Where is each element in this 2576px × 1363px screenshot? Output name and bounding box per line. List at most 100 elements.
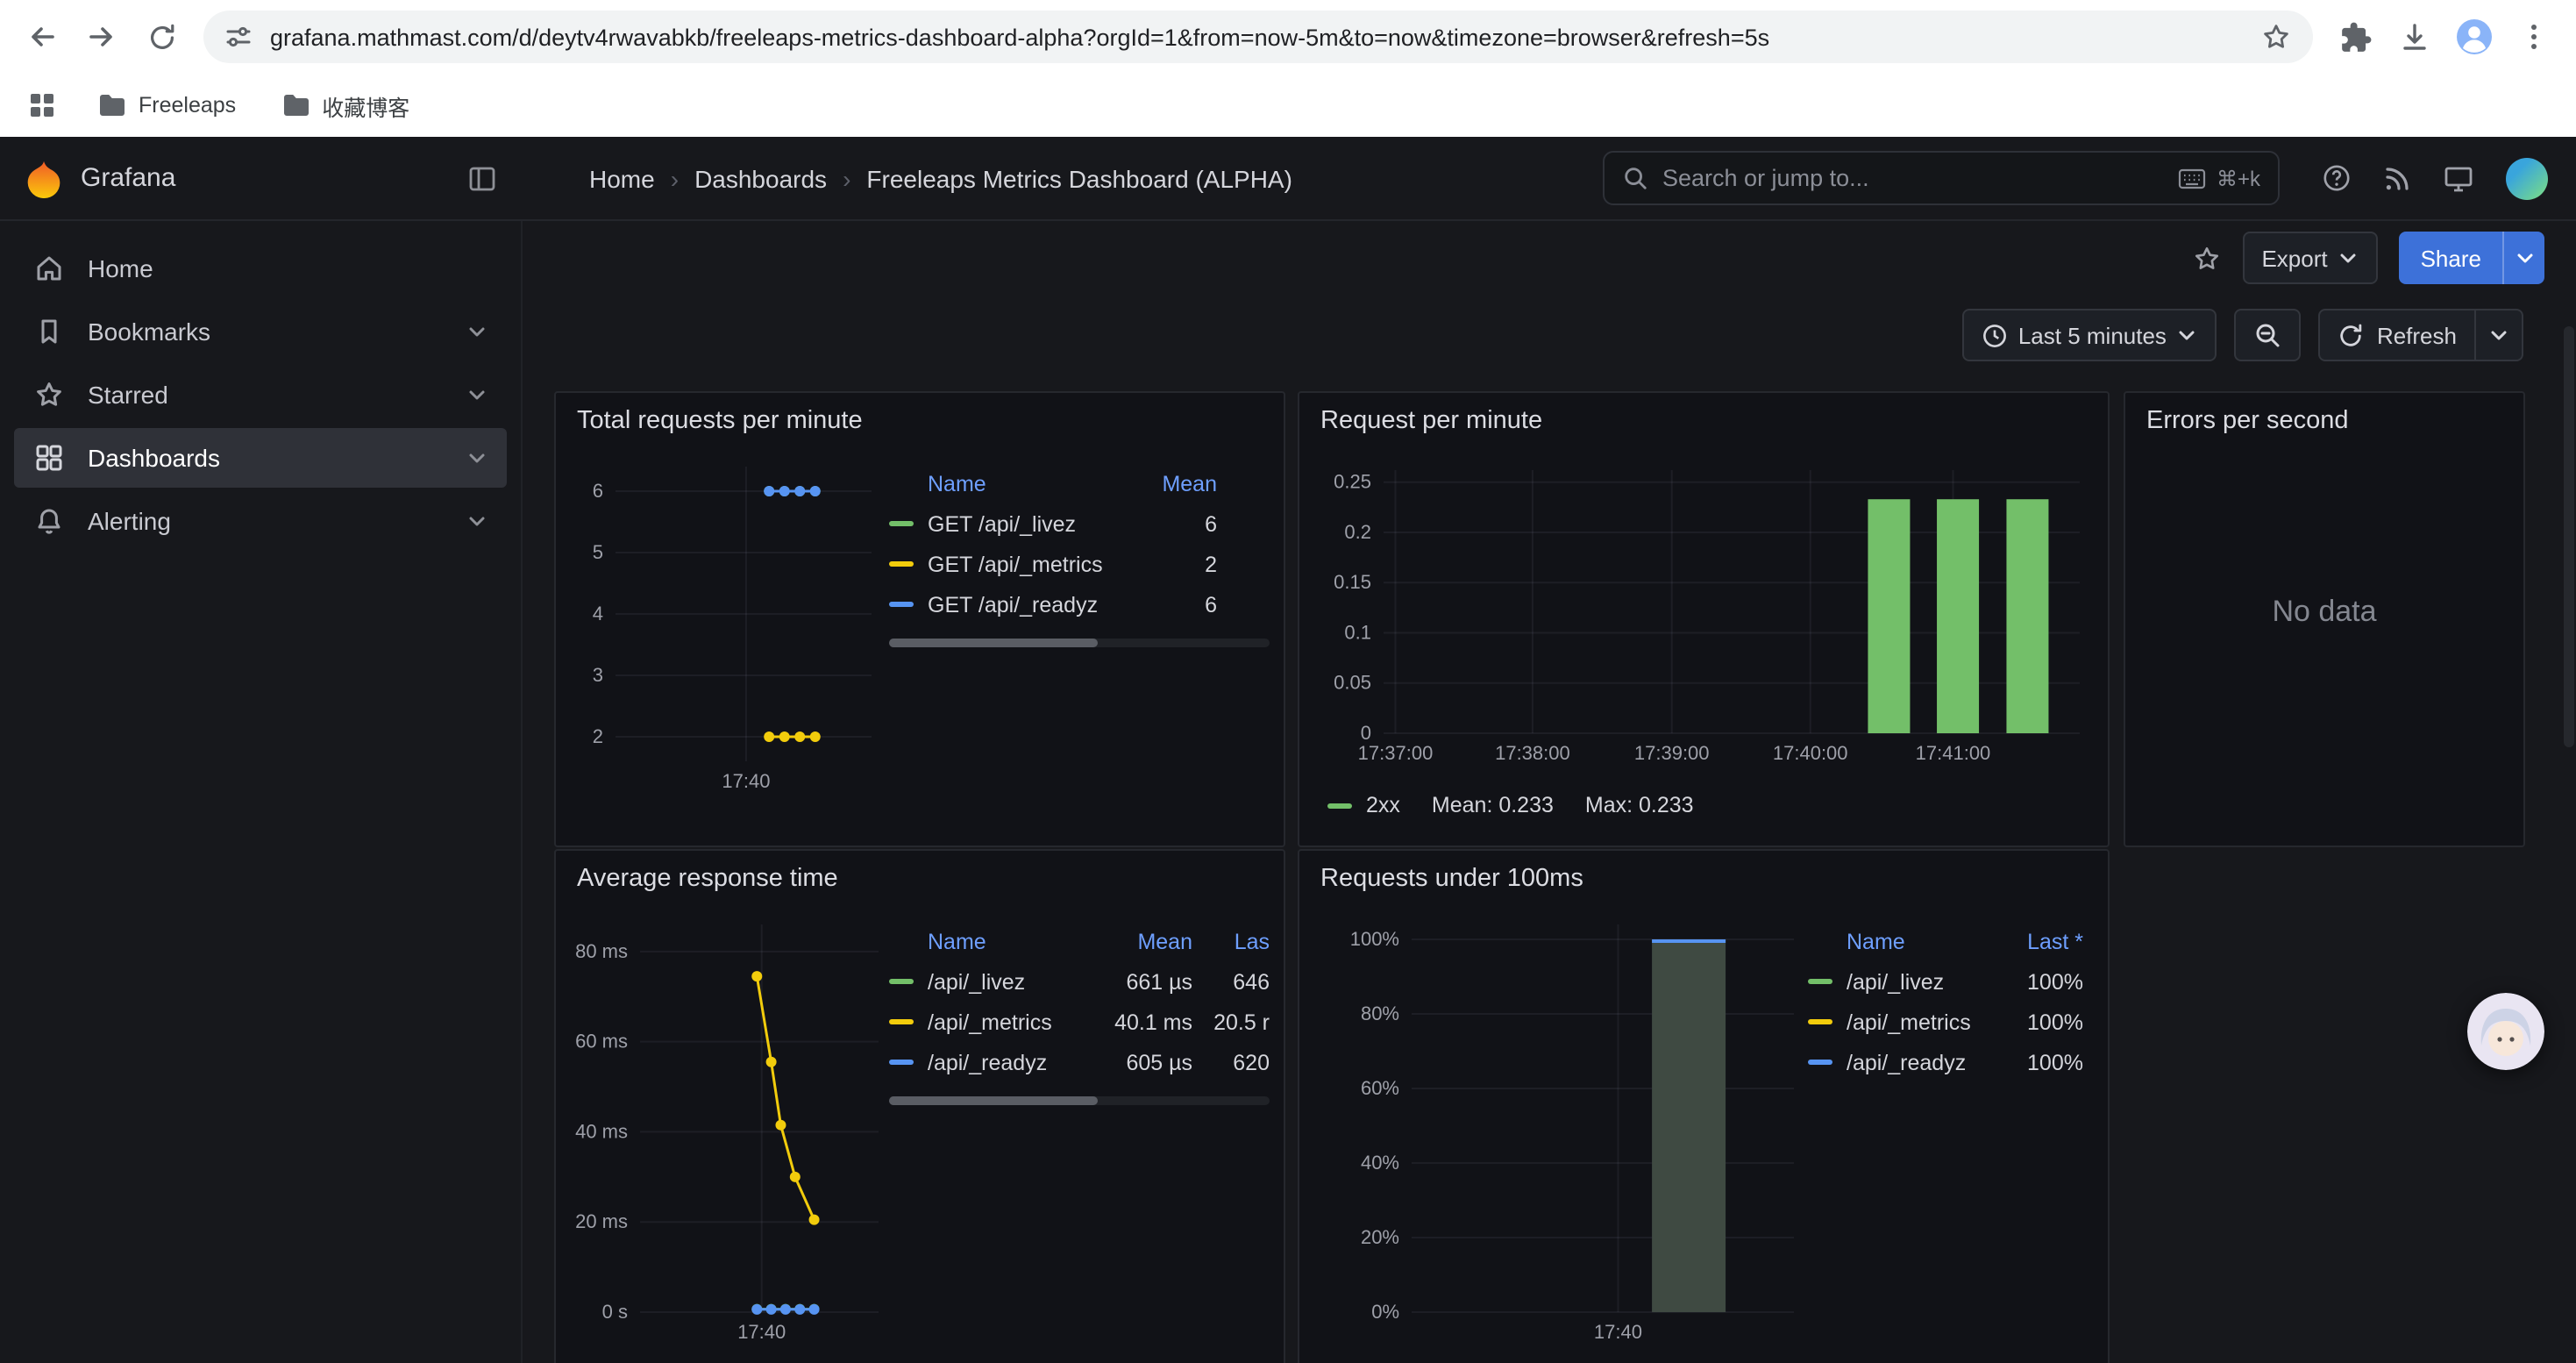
page-scrollbar[interactable] [2564, 326, 2574, 747]
legend-row[interactable]: GET /api/_readyz 6 [889, 584, 1270, 624]
refresh-interval-button[interactable] [2474, 310, 2522, 360]
help-icon[interactable] [2322, 163, 2352, 193]
search-input[interactable]: Search or jump to... ⌘+k [1603, 151, 2280, 205]
breadcrumb-item[interactable]: Dashboards [694, 164, 827, 192]
breadcrumb-item[interactable]: Home [589, 164, 655, 192]
time-range-picker[interactable]: Last 5 minutes [1962, 309, 2217, 361]
favorite-star-icon[interactable] [2191, 243, 2221, 273]
bookmark-item[interactable]: 收藏博客 [281, 89, 409, 122]
chevron-down-icon[interactable] [466, 447, 487, 468]
svg-text:17:40: 17:40 [1594, 1321, 1642, 1343]
url-bar[interactable]: grafana.mathmast.com/d/deytv4rwavabkb/fr… [203, 11, 2313, 63]
panel-title[interactable]: Average response time [556, 851, 1284, 903]
extensions-icon[interactable] [2327, 9, 2383, 65]
breadcrumb-item: Freeleaps Metrics Dashboard (ALPHA) [866, 164, 1292, 192]
browser-chrome: grafana.mathmast.com/d/deytv4rwavabkb/fr… [0, 0, 2576, 137]
bookmark-label: 收藏博客 [322, 89, 409, 122]
user-avatar[interactable] [2506, 157, 2548, 199]
legend-row[interactable]: /api/_livez661 µs646 [889, 961, 1270, 1002]
legend-row[interactable]: /api/_metrics40.1 ms20.5 r [889, 1002, 1270, 1042]
legend-max: Max: 0.233 [1585, 793, 1694, 817]
dashboard-main: Export Share Last 5 minutes [524, 221, 2576, 1363]
assistant-avatar[interactable] [2467, 993, 2544, 1070]
bell-icon [33, 505, 65, 537]
series-name: GET /api/_metrics [928, 552, 1103, 576]
refresh-button[interactable]: Refresh [2321, 310, 2474, 360]
svg-text:17:39:00: 17:39:00 [1634, 742, 1710, 764]
panel-title[interactable]: Errors per second [2125, 393, 2523, 446]
chevron-down-icon[interactable] [466, 510, 487, 532]
svg-text:60 ms: 60 ms [575, 1031, 628, 1053]
sidebar-item-dashboards[interactable]: Dashboards [14, 428, 507, 488]
share-menu-button[interactable] [2502, 232, 2544, 284]
legend-col-header[interactable]: Last * [1992, 929, 2083, 953]
brand-area: Grafana [0, 159, 523, 197]
timeseries-chart[interactable]: 80 ms60 ms40 ms20 ms0 s17:40 [570, 903, 889, 1352]
dock-sidebar-icon[interactable] [466, 162, 498, 194]
bookmark-apps-icon[interactable] [28, 91, 56, 119]
legend-col-header[interactable]: Name [889, 471, 1126, 496]
series-value: 2 [1126, 552, 1217, 576]
export-button[interactable]: Export [2242, 232, 2378, 284]
news-rss-icon[interactable] [2383, 164, 2411, 192]
legend-col-header[interactable]: Name [1808, 929, 1992, 953]
series-color-dash [1327, 803, 1352, 808]
sidebar-item-starred[interactable]: Starred [14, 365, 507, 425]
url-text[interactable]: grafana.mathmast.com/d/deytv4rwavabkb/fr… [270, 24, 2243, 50]
sidebar-item-home[interactable]: Home [14, 239, 507, 298]
legend-row[interactable]: GET /api/_livez6 [889, 503, 1270, 544]
downloads-icon[interactable] [2387, 9, 2443, 65]
series-name: /api/_metrics [1847, 1010, 1971, 1034]
svg-text:0.2: 0.2 [1344, 521, 1371, 543]
legend-row[interactable]: /api/_readyz605 µs620 [889, 1042, 1270, 1082]
share-button[interactable]: Share [2400, 232, 2502, 284]
legend-row[interactable]: GET /api/_metrics 2 [889, 544, 1270, 584]
legend-scrollbar[interactable] [889, 1096, 1270, 1105]
refresh-icon [2338, 322, 2365, 348]
legend-row[interactable]: /api/_livez100% [1808, 961, 2094, 1002]
legend-col-header[interactable]: Mean [1126, 471, 1217, 496]
series-value: 6 [1126, 592, 1217, 617]
dashboard-toolbar: Export Share [524, 221, 2576, 295]
svg-text:17:41:00: 17:41:00 [1916, 742, 1991, 764]
panel-title[interactable]: Request per minute [1299, 393, 2108, 446]
sidebar-item-bookmarks[interactable]: Bookmarks [14, 302, 507, 361]
legend-col-header[interactable]: Las [1192, 929, 1270, 953]
series-color-dash [1808, 979, 1832, 984]
forward-button[interactable] [74, 9, 130, 65]
legend-scrollbar[interactable] [889, 639, 1270, 647]
bar-chart[interactable]: 0.250.20.150.10.05017:37:0017:38:0017:39… [1313, 446, 2097, 782]
browser-menu-button[interactable] [2506, 9, 2562, 65]
breadcrumb-separator: › [671, 164, 679, 192]
time-controls: Last 5 minutes Refresh [524, 295, 2576, 375]
back-button[interactable] [14, 9, 70, 65]
sidebar-item-alerting[interactable]: Alerting [14, 491, 507, 551]
legend-table: NameMeanGET /api/_livez6GET /api/_metric… [889, 446, 1270, 647]
bar-chart[interactable]: 100%80%60%40%20%0%17:40 [1313, 903, 1808, 1352]
series-name: /api/_livez [1847, 969, 1944, 994]
legend-col-header[interactable]: Name [889, 929, 1087, 953]
bookmark-item[interactable]: Freeleaps [98, 89, 236, 122]
grafana-logo[interactable] [25, 159, 63, 197]
kebab-menu-icon [2518, 21, 2550, 53]
reload-button[interactable] [133, 9, 189, 65]
svg-text:100%: 100% [1350, 928, 1399, 950]
legend-row[interactable]: /api/_readyz100% [1808, 1042, 2094, 1082]
panel-title[interactable]: Total requests per minute [556, 393, 1284, 446]
timeseries-chart[interactable]: 6543217:40 [570, 446, 889, 814]
legend-col-header[interactable]: Mean [1087, 929, 1192, 953]
chevron-down-icon[interactable] [466, 384, 487, 405]
legend-series-label[interactable]: 2xx [1366, 793, 1400, 817]
zoom-out-button[interactable] [2235, 309, 2302, 361]
series-name: GET /api/_readyz [928, 592, 1098, 617]
legend-row[interactable]: /api/_metrics100% [1808, 1002, 2094, 1042]
series-value: 20.5 r [1192, 1010, 1270, 1034]
panel-title[interactable]: Requests under 100ms [1299, 851, 2108, 903]
bookmark-star-icon[interactable] [2260, 21, 2292, 53]
svg-text:0.1: 0.1 [1344, 621, 1371, 643]
profile-avatar[interactable] [2446, 9, 2502, 65]
site-info-icon[interactable] [224, 23, 253, 51]
chevron-down-icon[interactable] [466, 321, 487, 342]
series-name: /api/_readyz [1847, 1050, 1966, 1074]
display-icon[interactable] [2443, 162, 2474, 194]
